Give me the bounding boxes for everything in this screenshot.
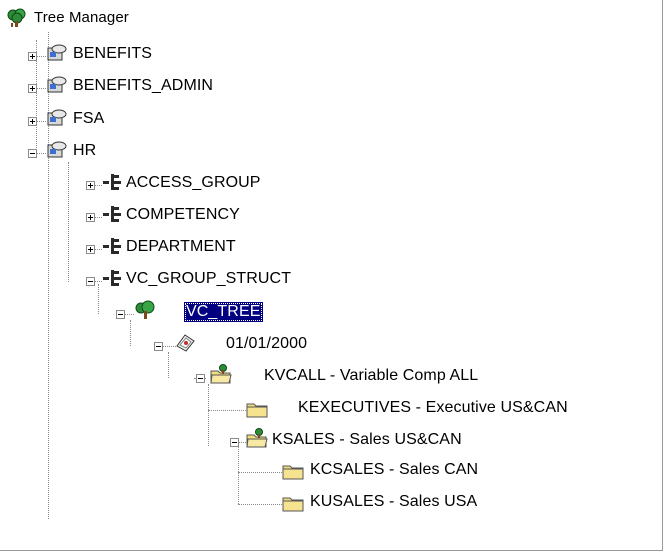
collapse-icon[interactable]: [116, 310, 125, 319]
tree-line: [36, 153, 46, 154]
tree-node-label[interactable]: BENEFITS: [73, 44, 152, 64]
open-folder-tree-icon: [246, 428, 268, 448]
tree-node-label[interactable]: HR: [73, 141, 96, 161]
tree-line: [94, 217, 102, 218]
tree-node-label[interactable]: VC_GROUP_STRUCT: [126, 269, 291, 289]
database-icon: [47, 141, 67, 158]
database-icon: [47, 44, 67, 61]
tree-line: [208, 384, 209, 446]
expand-icon[interactable]: [28, 84, 37, 93]
tree-structure-icon: [103, 206, 121, 222]
tree-line: [94, 249, 102, 250]
tree-structure-icon: [103, 174, 121, 190]
expand-icon[interactable]: [86, 245, 95, 254]
effective-date-icon: [176, 334, 195, 352]
collapse-icon[interactable]: [86, 277, 95, 286]
tree-node-label[interactable]: COMPETENCY: [126, 205, 240, 225]
tree-line: [94, 281, 102, 282]
tree-node-label[interactable]: KCSALES - Sales CAN: [310, 460, 478, 480]
tree-node-label[interactable]: KVCALL - Variable Comp ALL: [264, 366, 478, 386]
green-tree-icon: [135, 300, 155, 319]
open-folder-tree-icon: [210, 364, 232, 384]
tree-node-label[interactable]: ACCESS_GROUP: [126, 173, 261, 193]
tree-line: [98, 284, 99, 314]
tree-line: [130, 320, 131, 346]
tree-structure-icon: [103, 238, 121, 254]
collapse-icon[interactable]: [196, 374, 205, 383]
folder-icon: [246, 403, 268, 418]
folder-icon: [282, 465, 304, 480]
tree-line: [168, 352, 169, 378]
tree-line: [124, 314, 134, 315]
database-icon: [47, 109, 67, 126]
tree-node-label[interactable]: 01/01/2000: [226, 334, 307, 354]
tree-line: [94, 185, 102, 186]
tree-root-label[interactable]: Tree Manager: [34, 8, 129, 28]
tree-node-label[interactable]: KEXECUTIVES - Executive US&CAN: [298, 398, 568, 418]
tree-line: [238, 472, 282, 473]
tree-view-panel[interactable]: Tree Manager BENEFITS BENEFITS_ADMIN FSA…: [0, 0, 663, 551]
tree-node-label[interactable]: FSA: [73, 109, 104, 129]
tree-line: [238, 446, 239, 504]
collapse-icon[interactable]: [28, 149, 37, 158]
tree-node-label[interactable]: DEPARTMENT: [126, 237, 236, 257]
database-icon: [47, 76, 67, 93]
expand-icon[interactable]: [28, 52, 37, 61]
tree-line: [36, 56, 46, 57]
tree-line: [68, 162, 69, 282]
tree-line: [36, 121, 46, 122]
expand-icon[interactable]: [86, 213, 95, 222]
folder-icon: [282, 497, 304, 512]
tree-line: [238, 504, 282, 505]
tree-line: [208, 410, 246, 411]
tree-line: [48, 32, 49, 519]
tree-node-label-selected[interactable]: VC_TREE: [184, 302, 263, 322]
collapse-icon[interactable]: [230, 438, 239, 447]
tree-node-label[interactable]: KUSALES - Sales USA: [310, 492, 477, 512]
tree-node-label[interactable]: BENEFITS_ADMIN: [73, 76, 213, 96]
expand-icon[interactable]: [86, 181, 95, 190]
expand-icon[interactable]: [28, 117, 37, 126]
tree-manager-icon: [7, 8, 26, 27]
collapse-icon[interactable]: [154, 342, 163, 351]
tree-node-label[interactable]: KSALES - Sales US&CAN: [272, 430, 462, 450]
tree-structure-icon: [103, 270, 121, 286]
tree-line: [36, 88, 46, 89]
